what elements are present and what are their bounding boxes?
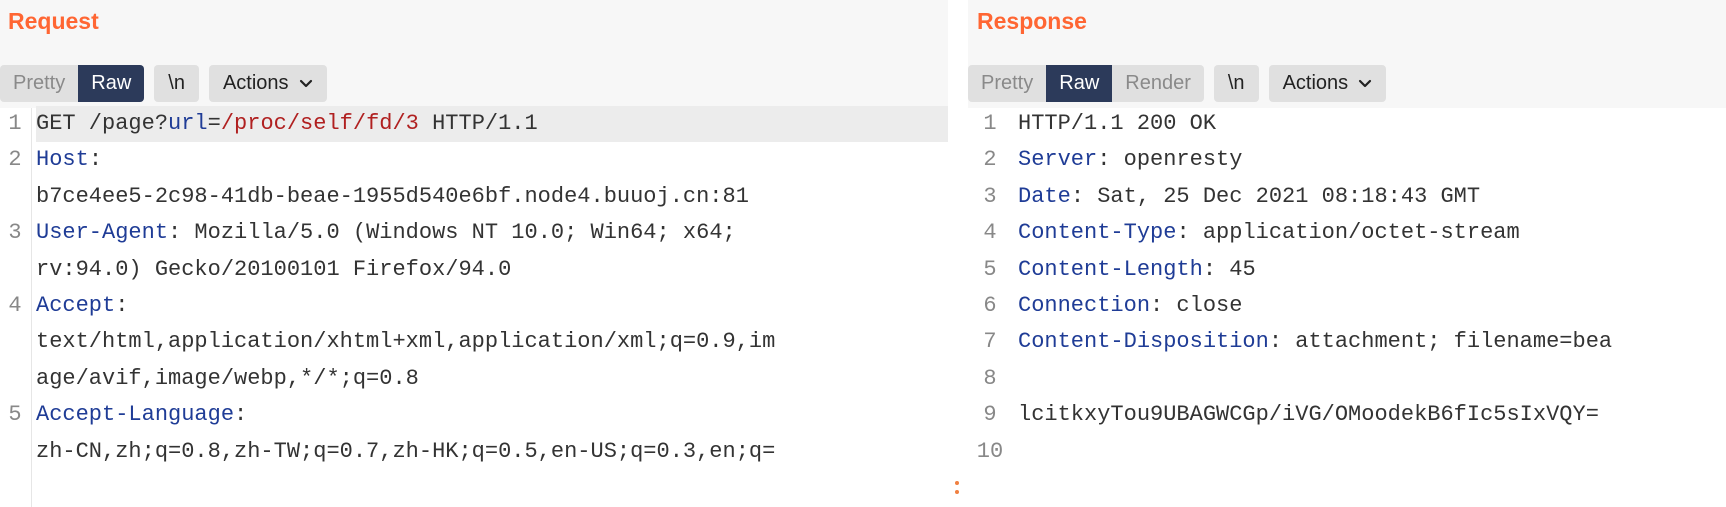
response-token-plain: : close <box>1150 293 1243 318</box>
response-tab-pretty[interactable]: Pretty <box>968 65 1046 102</box>
chevron-down-icon <box>1359 79 1372 87</box>
request-code-line: rv:94.0) Gecko/20100101 Firefox/94.0 <box>36 252 511 288</box>
response-pane: Response Pretty Raw Render \n Actions 1H… <box>968 0 1726 507</box>
response-token-plain: : attachment; filename=bea <box>1268 329 1613 355</box>
request-code-line: Host: <box>36 142 102 178</box>
request-token-plain: zh-CN,zh;q=0.8,zh-TW;q=0.7,zh-HK;q=0.5,e… <box>36 438 776 464</box>
request-code-line: text/html,application/xhtml+xml,applicat… <box>36 324 775 360</box>
request-code-line: Accept-Language: <box>36 397 247 433</box>
response-token-plain: lcitkxyTou9UBAGWCGp/iVG/OMoodekB6fIc5sIx… <box>1018 402 1599 428</box>
response-code-line: Server: openresty <box>1018 142 1242 178</box>
response-line-number: 10 <box>976 438 1004 464</box>
response-token-plain: : 45 <box>1202 256 1256 282</box>
request-token-key: Accept <box>36 293 116 318</box>
request-line-number: 5 <box>8 402 22 428</box>
response-actions-label: Actions <box>1282 72 1349 94</box>
response-code-line: lcitkxyTou9UBAGWCGp/iVG/OMoodekB6fIc5sIx… <box>1018 397 1599 433</box>
request-line-number: 2 <box>8 147 22 173</box>
response-token-key: Content-Disposition <box>1018 329 1269 355</box>
request-token-plain: rv:94.0) Gecko/20100101 Firefox/94.0 <box>36 256 512 282</box>
response-line-number: 7 <box>983 329 997 355</box>
request-token-key: Accept-Language <box>36 402 235 428</box>
request-token-key: Host <box>36 147 89 173</box>
drag-handle-icon[interactable] <box>953 478 961 498</box>
request-token-val: /proc/self/fd/3 <box>220 111 419 136</box>
request-actions-button[interactable]: Actions <box>208 65 327 102</box>
response-toolbar: Pretty Raw Render \n Actions <box>968 65 1387 102</box>
response-header: Response Pretty Raw Render \n Actions <box>968 0 1726 108</box>
response-tab-render[interactable]: Render <box>1112 65 1204 102</box>
request-code-line: b7ce4ee5-2c98-41db-beae-1955d540e6bf.nod… <box>36 179 749 215</box>
response-newline-toggle[interactable]: \n <box>1213 65 1259 102</box>
response-line-number: 4 <box>983 220 997 246</box>
request-token-plain: text/html,application/xhtml+xml,applicat… <box>36 329 776 355</box>
response-code-line: Date: Sat, 25 Dec 2021 08:18:43 GMT <box>1018 179 1480 215</box>
request-actions-label: Actions <box>222 72 289 94</box>
response-token-key: Content-Type <box>1018 220 1177 246</box>
request-token-plain: : <box>234 402 248 428</box>
request-token-plain: : Mozilla/5.0 (Windows NT 10.0; Win64; x… <box>168 220 736 246</box>
request-title: Request <box>8 8 99 34</box>
request-token-plain: = <box>207 111 221 136</box>
request-code-line: User-Agent: Mozilla/5.0 (Windows NT 10.0… <box>36 215 736 251</box>
request-token-plain: HTTP/1.1 <box>418 111 538 136</box>
pane-splitter[interactable] <box>948 0 968 507</box>
response-token-key: Server <box>1018 147 1098 173</box>
response-token-plain: : application/octet-stream <box>1176 220 1520 246</box>
request-token-plain: age/avif,image/webp,*/*;q=0.8 <box>36 365 419 391</box>
request-toolbar: Pretty Raw \n Actions <box>0 65 327 102</box>
request-token-param: url <box>168 111 208 136</box>
request-code-line: Accept: <box>36 288 128 324</box>
response-line-number: 1 <box>983 111 997 136</box>
response-title: Response <box>977 8 1087 34</box>
response-code-line: Content-Disposition: attachment; filenam… <box>1018 324 1612 360</box>
request-tab-raw[interactable]: Raw <box>78 65 145 102</box>
http-message-viewer: Request Pretty Raw \n Actions 1 GET /page… <box>0 0 1726 507</box>
request-code-line: zh-CN,zh;q=0.8,zh-TW;q=0.7,zh-HK;q=0.5,e… <box>36 434 775 470</box>
request-header: Request Pretty Raw \n Actions <box>0 0 948 108</box>
request-pane: Request Pretty Raw \n Actions 1 GET /page… <box>0 0 948 507</box>
response-code-line: Content-Length: 45 <box>1018 252 1256 288</box>
request-gutter-divider <box>31 108 32 507</box>
response-editor[interactable]: 1 HTTP/1.1 200 OK 2 Server: openresty 3 Date:… <box>968 108 1726 507</box>
response-line-number: 2 <box>983 147 997 173</box>
response-token-plain: HTTP/1.1 200 OK <box>1018 111 1217 136</box>
response-line-number: 6 <box>983 293 997 318</box>
request-newline-toggle[interactable]: \n <box>154 65 199 102</box>
response-tab-raw[interactable]: Raw <box>1046 65 1113 102</box>
response-actions-button[interactable]: Actions <box>1268 65 1387 102</box>
request-token-plain: b7ce4ee5-2c98-41db-beae-1955d540e6bf.nod… <box>36 183 749 209</box>
request-line-number: 1 <box>8 111 22 136</box>
request-line-number: 4 <box>8 293 22 318</box>
response-code-line: Content-Type: application/octet-stream <box>1018 215 1520 251</box>
request-code-line: age/avif,image/webp,*/*;q=0.8 <box>36 361 419 397</box>
response-token-plain: : openresty <box>1097 147 1243 173</box>
request-token-plain: GET /page? <box>36 111 169 136</box>
request-line-number: 3 <box>8 220 22 246</box>
response-token-key: Connection <box>1018 293 1151 318</box>
request-token-plain: : <box>115 293 129 318</box>
response-line-number: 9 <box>983 402 997 428</box>
response-line-number: 3 <box>983 183 997 209</box>
response-token-key: Date <box>1018 183 1071 209</box>
request-code-line: GET /page?url=/proc/self/fd/3 HTTP/1.1 <box>36 106 948 142</box>
response-code-line: Connection: close <box>1018 288 1242 324</box>
request-editor[interactable]: 1 GET /page?url=/proc/self/fd/3 HTTP/1.1 2… <box>0 106 948 507</box>
request-token-plain: : <box>88 147 103 173</box>
response-token-plain: : Sat, 25 Dec 2021 08:18:43 GMT <box>1070 183 1481 209</box>
response-line-number: 5 <box>983 256 997 282</box>
response-line-number: 8 <box>983 365 997 391</box>
request-token-key: User-Agent <box>36 220 169 246</box>
response-code-line: HTTP/1.1 200 OK <box>1018 106 1216 142</box>
request-tab-pretty[interactable]: Pretty <box>0 65 78 102</box>
request-view-tabs: Pretty Raw <box>0 65 145 102</box>
response-view-tabs: Pretty Raw Render <box>968 65 1204 102</box>
chevron-down-icon <box>299 79 312 87</box>
response-token-key: Content-Length <box>1018 256 1203 282</box>
